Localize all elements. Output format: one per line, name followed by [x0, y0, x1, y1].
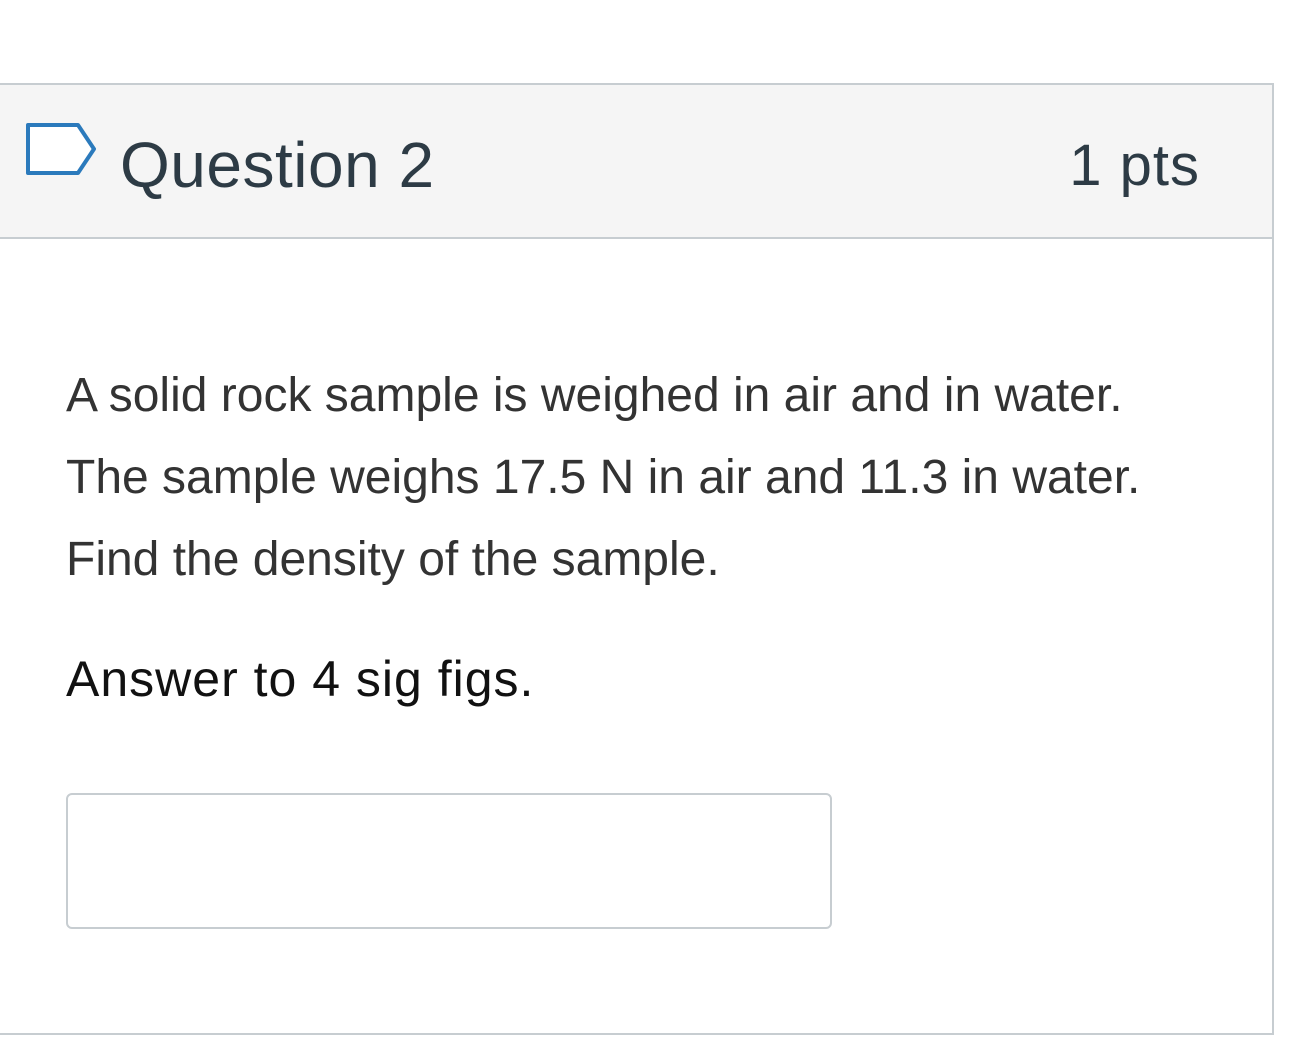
question-header: Question 2 1 pts: [0, 85, 1272, 239]
question-card: Question 2 1 pts A solid rock sample is …: [0, 83, 1274, 1035]
question-text: A solid rock sample is weighed in air an…: [66, 369, 1141, 586]
flag-question-icon[interactable]: [26, 121, 98, 179]
question-title: Question 2: [120, 129, 435, 201]
answer-input[interactable]: [66, 793, 832, 929]
question-instruction: Answer to 4 sig figs.: [66, 651, 535, 707]
question-points: 1 pts: [1069, 133, 1200, 198]
question-body: A solid rock sample is weighed in air an…: [66, 355, 1166, 711]
